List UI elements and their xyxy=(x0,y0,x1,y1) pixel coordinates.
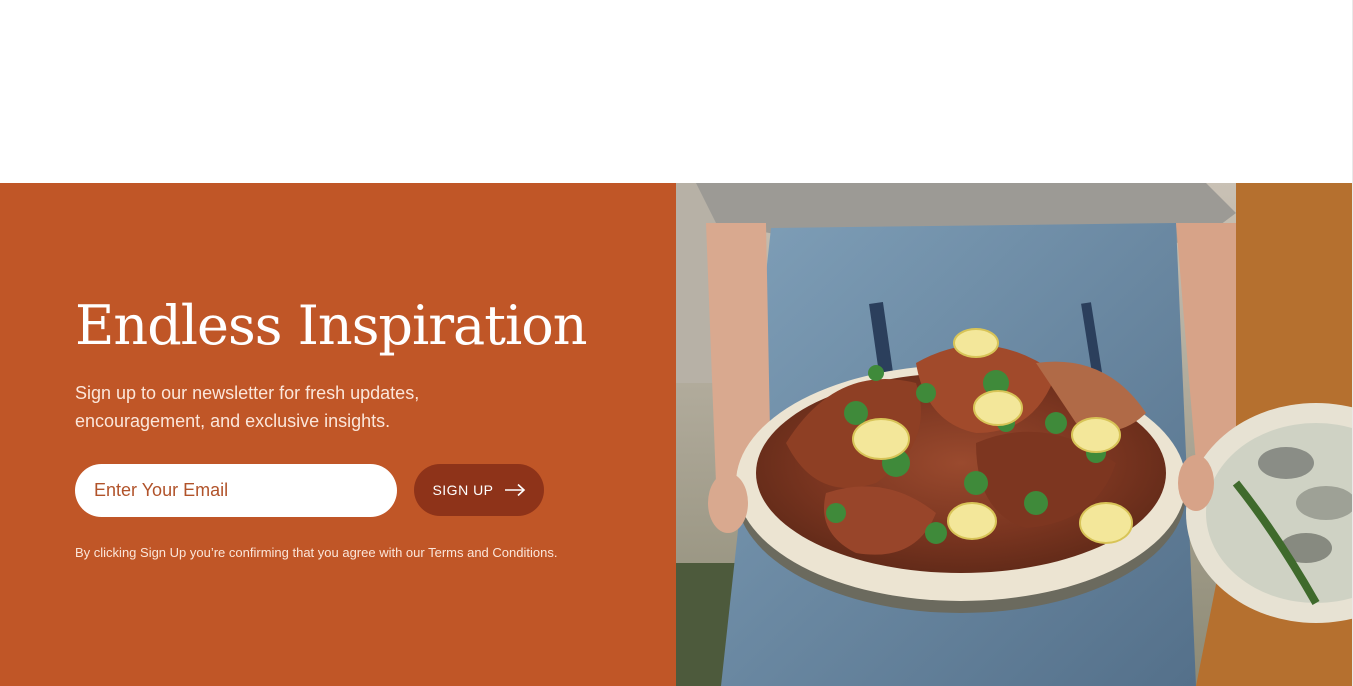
email-input[interactable] xyxy=(75,464,397,517)
food-photo xyxy=(676,183,1352,686)
top-blank-area xyxy=(0,0,1353,183)
terms-notice: By clicking Sign Up you’re confirming th… xyxy=(75,545,558,560)
newsletter-heading: Endless Inspiration xyxy=(75,294,588,357)
sign-up-button[interactable]: SIGN UP xyxy=(414,464,544,516)
newsletter-panel: Endless Inspiration Sign up to our newsl… xyxy=(0,183,676,686)
page: Endless Inspiration Sign up to our newsl… xyxy=(0,0,1353,686)
arrow-right-icon xyxy=(504,483,526,497)
sign-up-label: SIGN UP xyxy=(432,482,494,498)
newsletter-subtext: Sign up to our newsletter for fresh upda… xyxy=(75,383,420,431)
